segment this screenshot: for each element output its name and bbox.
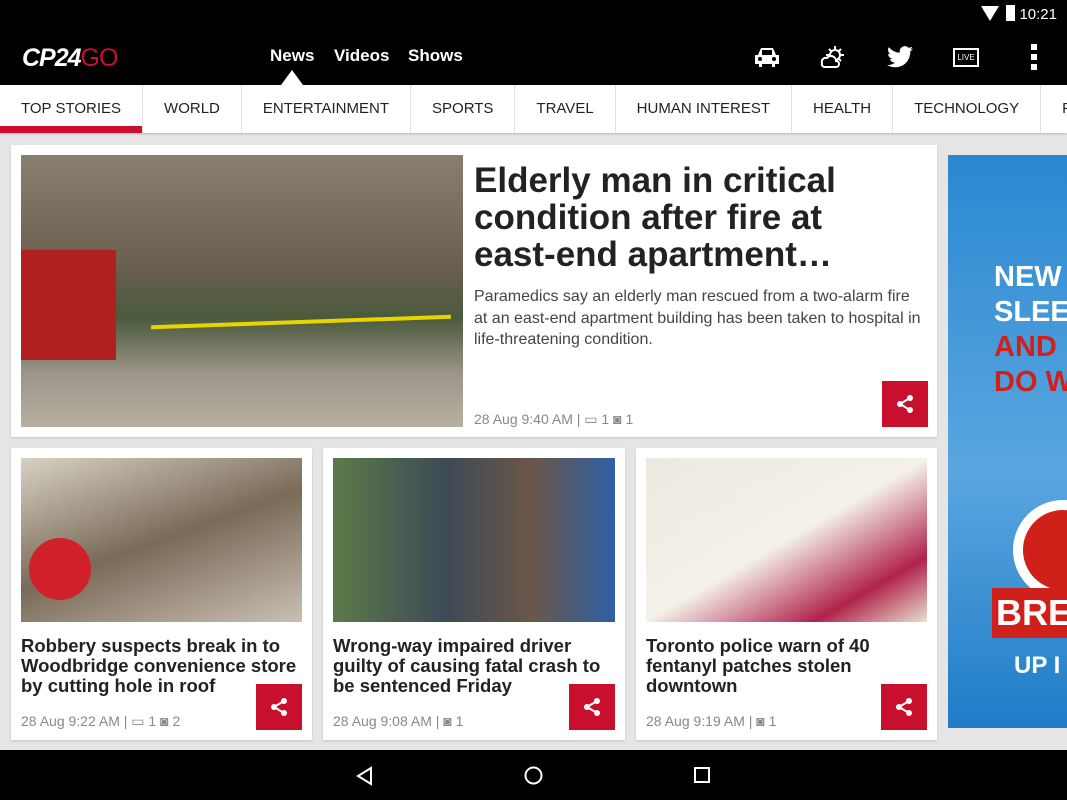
share-icon xyxy=(897,395,913,413)
status-bar: 10:21 xyxy=(0,0,1067,32)
home-icon[interactable] xyxy=(523,765,544,786)
story-time: 28 Aug 9:19 AM | xyxy=(646,713,753,729)
tab-top-stories[interactable]: TOP STORIES xyxy=(0,85,144,133)
ad-text: UP I xyxy=(1014,652,1061,679)
tab-entertainment[interactable]: ENTERTAINMENT xyxy=(242,85,412,133)
ad-text: NEW xyxy=(994,261,1062,293)
active-nav-indicator xyxy=(281,70,303,85)
story-card[interactable]: Robbery suspects break in to Woodbridge … xyxy=(11,448,312,740)
live-tv-icon[interactable]: LIVE xyxy=(951,42,981,72)
story-card[interactable]: Wrong-way impaired driver guilty of caus… xyxy=(323,448,625,740)
twitter-icon[interactable] xyxy=(885,42,915,72)
hero-story-image xyxy=(21,155,463,427)
tab-travel[interactable]: TRAVEL xyxy=(515,85,616,133)
story-time: 28 Aug 9:08 AM | xyxy=(333,713,440,729)
story-meta: 28 Aug 9:19 AM | ◙ 1 xyxy=(646,713,776,729)
logo[interactable]: CP24GO xyxy=(22,44,118,73)
ad-text: AND xyxy=(994,331,1057,363)
wifi-icon xyxy=(981,6,999,21)
share-button[interactable] xyxy=(256,684,302,730)
advertisement-banner[interactable]: NEW SLEE AND DO W BRE UP I xyxy=(948,155,1067,728)
story-image xyxy=(646,458,927,622)
app-bar: CP24GO News Videos Shows LIVE xyxy=(0,32,1067,85)
camera-icon: ◙ xyxy=(443,713,452,729)
hero-story-title[interactable]: Elderly man in critical condition after … xyxy=(474,162,874,273)
video-icon: ▭ xyxy=(131,713,145,729)
video-icon: ▭ xyxy=(584,411,598,427)
nav-shows[interactable]: Shows xyxy=(408,46,463,66)
story-image xyxy=(333,458,615,622)
weather-icon[interactable] xyxy=(818,42,848,72)
traffic-car-icon[interactable] xyxy=(752,42,782,72)
hero-story-card[interactable]: Elderly man in critical condition after … xyxy=(11,145,937,437)
share-button[interactable] xyxy=(569,684,615,730)
ad-brand: BRE xyxy=(992,588,1067,638)
share-button[interactable] xyxy=(882,381,928,427)
camera-icon: ◙ xyxy=(756,713,765,729)
story-card[interactable]: Toronto police warn of 40 fentanyl patch… xyxy=(636,448,937,740)
tab-sports[interactable]: SPORTS xyxy=(411,85,516,133)
share-icon xyxy=(271,698,287,716)
story-time: 28 Aug 9:40 AM | xyxy=(474,411,581,427)
photo-count: 1 xyxy=(768,713,777,729)
tab-human-interest[interactable]: HUMAN INTEREST xyxy=(616,85,793,133)
story-meta: 28 Aug 9:22 AM | ▭ 1 ◙ 2 xyxy=(21,713,180,730)
back-icon[interactable] xyxy=(355,766,375,786)
camera-icon: ◙ xyxy=(160,713,169,729)
battery-icon xyxy=(1006,5,1015,21)
tab-photos[interactable]: PHOTOS xyxy=(1041,85,1067,133)
nav-news[interactable]: News xyxy=(270,46,314,66)
more-menu-icon[interactable] xyxy=(1019,42,1049,72)
story-meta: 28 Aug 9:08 AM | ◙ 1 xyxy=(333,713,463,729)
photo-count: 2 xyxy=(172,713,181,729)
ad-logo xyxy=(1013,500,1067,600)
story-time: 28 Aug 9:22 AM | xyxy=(21,713,128,729)
hero-story-description: Paramedics say an elderly man rescued fr… xyxy=(474,288,921,348)
share-icon xyxy=(584,698,600,716)
tab-health[interactable]: HEALTH xyxy=(792,85,894,133)
ad-text: DO W xyxy=(994,366,1067,398)
recents-icon[interactable] xyxy=(693,766,711,784)
video-count: 1 xyxy=(601,411,610,427)
clock: 10:21 xyxy=(1019,6,1057,23)
ad-text: SLEE xyxy=(994,296,1067,328)
category-tabs: TOP STORIES WORLD ENTERTAINMENT SPORTS T… xyxy=(0,85,1067,133)
hero-story-meta: 28 Aug 9:40 AM | ▭ 1 ◙ 1 xyxy=(474,411,633,428)
story-image xyxy=(21,458,302,622)
nav-videos[interactable]: Videos xyxy=(334,46,389,66)
tab-technology[interactable]: TECHNOLOGY xyxy=(893,85,1042,133)
video-count: 1 xyxy=(148,713,157,729)
photo-count: 1 xyxy=(625,411,634,427)
tab-world[interactable]: WORLD xyxy=(143,85,242,133)
photo-count: 1 xyxy=(455,713,464,729)
system-nav-bar xyxy=(0,750,1067,800)
share-button[interactable] xyxy=(881,684,927,730)
share-icon xyxy=(896,698,912,716)
camera-icon: ◙ xyxy=(613,411,622,427)
